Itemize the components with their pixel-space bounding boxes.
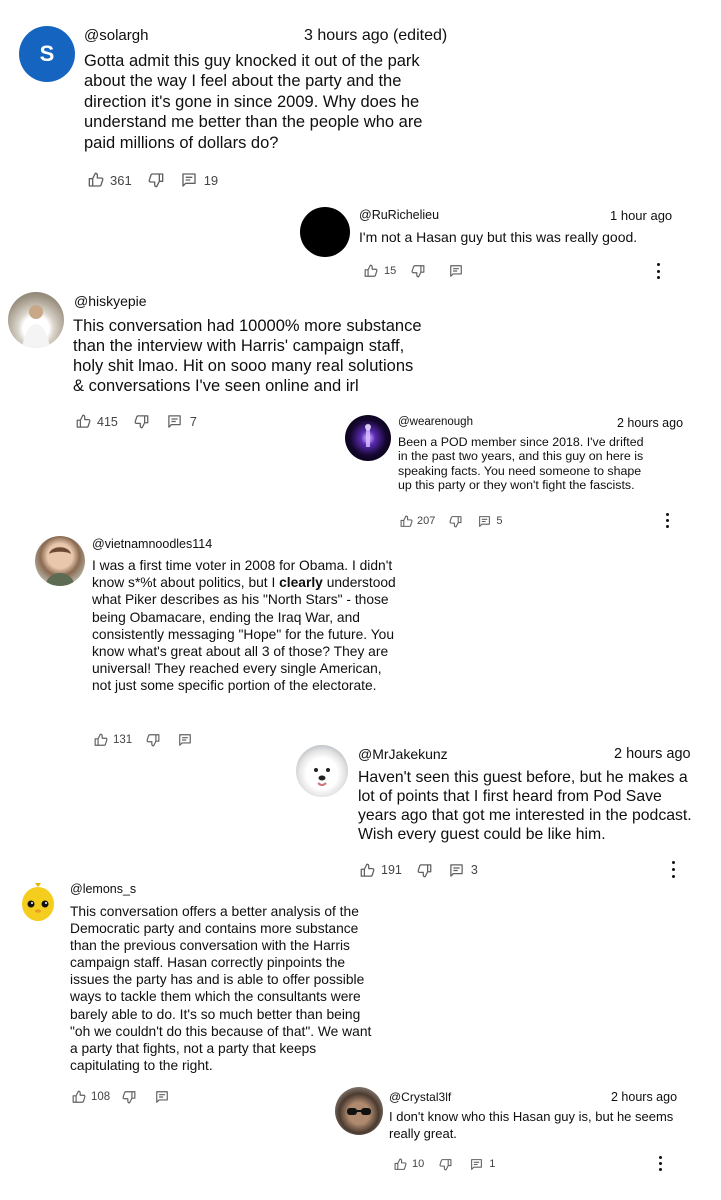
avatar[interactable] [345, 415, 391, 461]
person-sunglasses-icon [347, 1108, 371, 1115]
avatar[interactable]: S [19, 26, 75, 82]
comment: @RuRichelieu 1 hour ago I'm not a Hasan … [0, 200, 721, 285]
comment-text-emphasis: clearly [279, 575, 323, 591]
dog-photo-icon [314, 768, 330, 786]
comment-actions: 10 1 [394, 1157, 495, 1171]
thumbs-down-icon [439, 1158, 452, 1170]
like-button[interactable]: 10 [394, 1158, 424, 1171]
reply-button[interactable] [449, 264, 463, 278]
comment-text: Gotta admit this guy knocked it out of t… [84, 52, 423, 152]
comment-text: Been a POD member since 2018. I've drift… [398, 435, 644, 492]
comment-actions: 207 5 [400, 514, 502, 528]
avatar[interactable] [335, 1087, 383, 1135]
comment-text: This conversation offers a better analys… [70, 904, 372, 1073]
thumbs-up-icon [364, 264, 378, 277]
like-count: 10 [412, 1158, 425, 1170]
avatar[interactable] [300, 207, 350, 257]
dislike-button[interactable] [439, 1158, 452, 1171]
like-count: 15 [384, 264, 397, 277]
comment-author[interactable]: @MrJakekunz [358, 746, 448, 762]
like-count: 361 [110, 172, 132, 188]
comment-author[interactable]: @hiskyepie [74, 293, 147, 309]
reply-icon [450, 264, 463, 277]
comment-timestamp[interactable]: 2 hours ago [617, 416, 683, 430]
reply-button[interactable]: 5 [478, 515, 502, 528]
more-options-button[interactable] [655, 263, 661, 279]
comment-author[interactable]: @RuRichelieu [359, 208, 439, 222]
glow-figure-icon [365, 424, 371, 447]
comment-actions: 361 19 [88, 171, 218, 189]
comment-text: I was a first time voter in 2008 for Oba… [92, 557, 402, 695]
dislike-button[interactable] [449, 515, 462, 528]
like-count: 207 [417, 515, 436, 527]
comment-author[interactable]: @vietnamnoodles114 [92, 537, 212, 551]
reply-icon [479, 515, 491, 527]
thumbs-up-icon [400, 515, 413, 527]
comment-text: I don't know who this Hasan guy is, but … [389, 1109, 674, 1141]
dislike-button[interactable] [411, 264, 425, 278]
comment-text-part: understood what Piker describes as his "… [92, 575, 396, 694]
comment-text: I'm not a Hasan guy but this was really … [359, 229, 638, 245]
lemon-character-icon [22, 883, 54, 921]
reply-count: 1 [489, 1158, 496, 1170]
comment-text: Haven't seen this guest before, but he m… [358, 769, 692, 843]
comment-author[interactable]: @wearenough [398, 416, 473, 428]
thumbs-up-icon [88, 172, 104, 187]
like-button[interactable]: 15 [364, 264, 396, 278]
comment-text: This conversation had 10000% more substa… [73, 317, 422, 395]
comment-timestamp[interactable]: 2 hours ago [614, 746, 691, 762]
person-photo-icon [45, 547, 75, 586]
comment-timestamp[interactable]: 3 hours ago (edited) [304, 27, 447, 45]
reply-icon [471, 1158, 483, 1170]
reply-button[interactable]: 19 [181, 172, 218, 188]
dislike-button[interactable] [148, 172, 164, 188]
comment-author[interactable]: @solargh [84, 27, 148, 44]
comment-author[interactable]: @Crystal3lf [389, 1090, 451, 1104]
person-photo-icon [22, 305, 50, 348]
thumbs-up-icon [394, 1158, 407, 1170]
thumbs-down-icon [449, 515, 462, 527]
more-options-button[interactable] [657, 1156, 663, 1171]
comment: @vietnamnoodles114 I was a first time vo… [0, 530, 721, 750]
thumbs-down-icon [411, 264, 425, 277]
comment: @Crystal3lf 2 hours ago I don't know who… [0, 1080, 721, 1200]
avatar[interactable] [16, 880, 60, 924]
comment: S @solargh 3 hours ago (edited) Gotta ad… [0, 0, 721, 200]
reply-count: 5 [496, 515, 503, 527]
avatar[interactable] [35, 536, 85, 586]
reply-icon [182, 173, 196, 187]
avatar[interactable] [8, 292, 64, 348]
comment-timestamp[interactable]: 2 hours ago [611, 1090, 677, 1104]
comment: @lemons_s This conversation offers a bet… [0, 875, 721, 1110]
more-options-button[interactable] [664, 513, 670, 528]
comment-timestamp[interactable]: 1 hour ago [610, 208, 672, 223]
comment-actions: 15 [364, 263, 463, 278]
comment: @MrJakekunz 2 hours ago Haven't seen thi… [0, 740, 721, 885]
avatar-letter: S [39, 41, 55, 66]
reply-count: 19 [203, 172, 219, 188]
reply-button[interactable]: 1 [470, 1158, 495, 1171]
comment: @wearenough 2 hours ago Been a POD membe… [0, 405, 721, 535]
thumbs-down-icon [148, 173, 164, 188]
avatar[interactable] [296, 745, 348, 797]
like-button[interactable]: 361 [88, 172, 132, 188]
comment-author[interactable]: @lemons_s [70, 882, 136, 896]
like-button[interactable]: 207 [400, 515, 435, 528]
